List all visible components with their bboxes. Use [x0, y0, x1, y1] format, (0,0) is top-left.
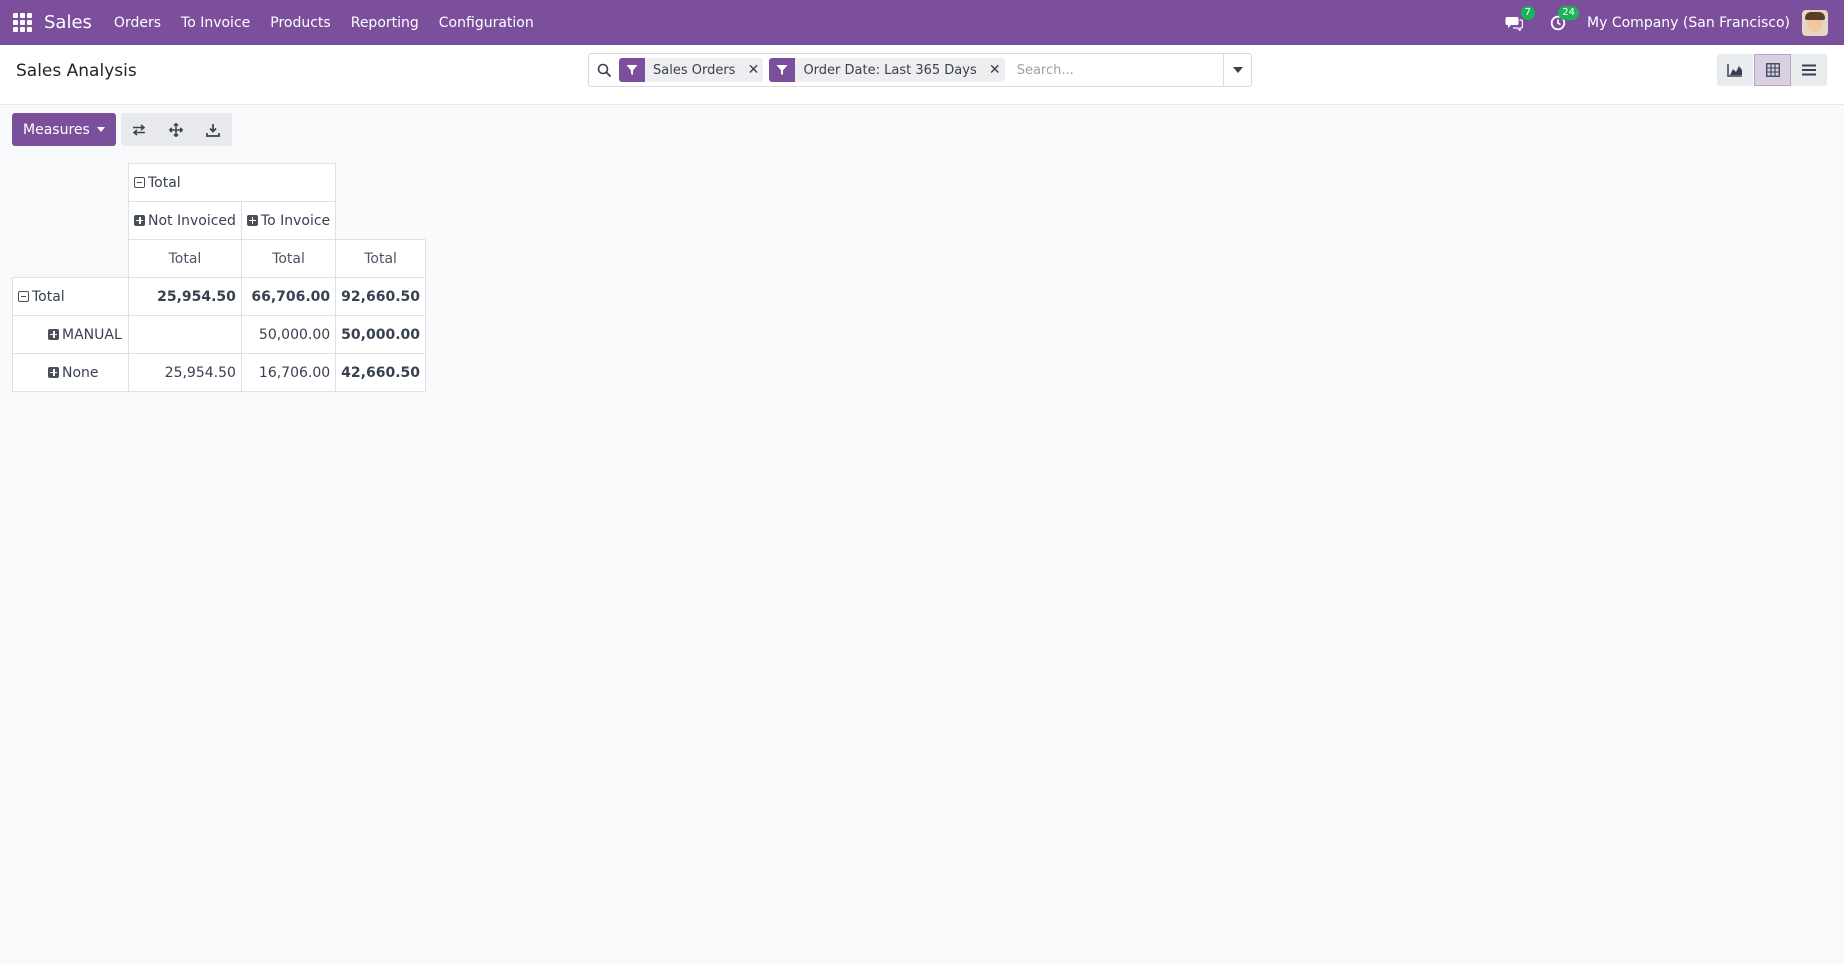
control-panel: Sales Analysis Sales Orders ✕ Order Date…: [0, 45, 1844, 105]
measure-header[interactable]: Total: [128, 239, 242, 278]
search-input[interactable]: [1010, 55, 1223, 85]
facet-remove-icon[interactable]: ✕: [985, 58, 1005, 82]
pivot-cell[interactable]: 50,000.00: [240, 315, 337, 354]
pivot-cell[interactable]: 66,706.00: [240, 277, 337, 316]
expand-icon: [48, 328, 59, 340]
pivot-cell[interactable]: 16,706.00: [240, 353, 337, 392]
pivot-view-button[interactable]: [1754, 54, 1791, 86]
pivot-corner: [13, 164, 129, 240]
expand-icon: [134, 214, 145, 226]
page-title: Sales Analysis: [16, 61, 137, 81]
pivot-cell[interactable]: 42,660.50: [335, 353, 426, 392]
collapse-icon: [134, 176, 145, 188]
col-header-to-invoice[interactable]: To Invoice: [240, 201, 337, 240]
row-header-label: Total: [32, 288, 65, 305]
pivot-cell[interactable]: 92,660.50: [335, 277, 426, 316]
facet-label: Sales Orders: [653, 62, 736, 78]
table-row: None 25,954.50 16,706.00 42,660.50: [12, 353, 426, 392]
table-row: MANUAL 50,000.00 50,000.00: [12, 315, 426, 354]
col-header-label: Total: [148, 174, 181, 191]
row-header-manual[interactable]: MANUAL: [12, 315, 129, 354]
expand-icon: [246, 214, 258, 226]
search-bar: Sales Orders ✕ Order Date: Last 365 Days…: [588, 53, 1252, 87]
expand-all-button[interactable]: [157, 113, 195, 146]
row-header-none[interactable]: None: [12, 353, 129, 392]
graph-view-button[interactable]: [1717, 54, 1754, 86]
list-view-button[interactable]: [1791, 54, 1828, 86]
list-icon: [1802, 64, 1816, 76]
measures-button[interactable]: Measures: [12, 113, 116, 146]
pivot-cell[interactable]: 25,954.50: [128, 277, 242, 316]
table-row: Total 25,954.50 66,706.00 92,660.50: [12, 277, 426, 316]
caret-down-icon: [1232, 67, 1243, 73]
messages-badge: 7: [1520, 5, 1536, 20]
row-header-total[interactable]: Total: [12, 277, 129, 316]
user-avatar[interactable]: [1802, 9, 1828, 36]
collapse-icon: [18, 290, 29, 302]
filter-icon: [769, 58, 796, 82]
app-brand[interactable]: Sales: [44, 12, 92, 33]
chat-icon: [1505, 16, 1524, 31]
activities-button[interactable]: 24: [1543, 5, 1580, 38]
view-switcher: [1717, 54, 1828, 86]
exchange-icon: [133, 123, 146, 136]
apps-menu-icon[interactable]: [0, 0, 44, 45]
col-header-label: To Invoice: [260, 212, 331, 229]
menu-reporting[interactable]: Reporting: [351, 15, 419, 31]
arrows-icon: [169, 122, 184, 137]
measure-header[interactable]: Total: [335, 239, 426, 278]
facet-label: Order Date: Last 365 Days: [803, 62, 977, 78]
facet-remove-icon[interactable]: ✕: [743, 58, 763, 82]
pivot-buttons: Measures: [12, 113, 232, 146]
search-icon[interactable]: [589, 63, 619, 77]
menu-configuration[interactable]: Configuration: [439, 15, 534, 31]
facet-order-date: Order Date: Last 365 Days ✕: [769, 58, 1005, 82]
expand-icon: [48, 366, 59, 378]
row-header-label: None: [62, 364, 99, 381]
download-icon: [206, 123, 221, 137]
facet-sales-orders: Sales Orders ✕: [619, 58, 764, 82]
filter-icon: [619, 58, 645, 82]
pivot-table: Total Not Invoiced To Invoice Total Tota…: [12, 163, 426, 392]
menu-products[interactable]: Products: [270, 15, 330, 31]
menu-orders[interactable]: Orders: [114, 15, 161, 31]
messages-button[interactable]: 7: [1499, 5, 1536, 38]
pivot-cell[interactable]: 25,954.50: [128, 353, 242, 392]
activities-badge: 24: [1558, 5, 1580, 20]
company-switcher[interactable]: My Company (San Francisco): [1587, 15, 1790, 31]
search-options-toggle[interactable]: [1223, 54, 1251, 86]
pivot-cell[interactable]: [128, 315, 242, 354]
table-icon: [1765, 63, 1780, 77]
pivot-cell[interactable]: 50,000.00: [335, 315, 426, 354]
measure-header[interactable]: Total: [240, 239, 337, 278]
area-chart-icon: [1727, 64, 1742, 77]
measures-label: Measures: [23, 121, 90, 138]
col-header-total[interactable]: Total: [127, 163, 337, 202]
download-button[interactable]: [194, 113, 232, 146]
row-header-label: MANUAL: [62, 326, 122, 343]
top-navbar: Sales Orders To Invoice Products Reporti…: [0, 0, 1844, 45]
caret-down-icon: [96, 127, 105, 132]
col-header-label: Not Invoiced: [148, 212, 236, 229]
col-header-not-invoiced[interactable]: Not Invoiced: [128, 201, 242, 240]
menu-to-invoice[interactable]: To Invoice: [181, 15, 250, 31]
flip-axis-button[interactable]: [120, 113, 158, 146]
